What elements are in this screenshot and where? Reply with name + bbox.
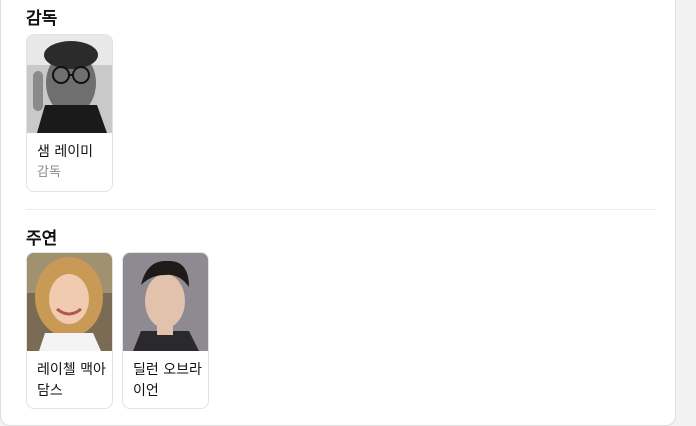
person-photo-icon	[27, 253, 112, 351]
person-name: 샘 레이미	[37, 144, 93, 160]
person-name: 레이첼 맥아담스	[37, 362, 106, 399]
person-photo-icon	[27, 35, 112, 133]
person-card-cast-2[interactable]: 딜런 오브라이언	[122, 252, 209, 409]
cast-section-title: 주연	[26, 229, 58, 249]
person-card-director[interactable]: 샘 레이미 감독	[26, 34, 113, 192]
section-divider	[26, 209, 656, 210]
director-section-title: 감독	[26, 9, 58, 29]
person-role: 감독	[37, 165, 61, 180]
person-name: 딜런 오브라이언	[133, 362, 202, 399]
person-card-cast-1[interactable]: 레이첼 맥아담스	[26, 252, 113, 409]
person-photo-icon	[123, 253, 208, 351]
